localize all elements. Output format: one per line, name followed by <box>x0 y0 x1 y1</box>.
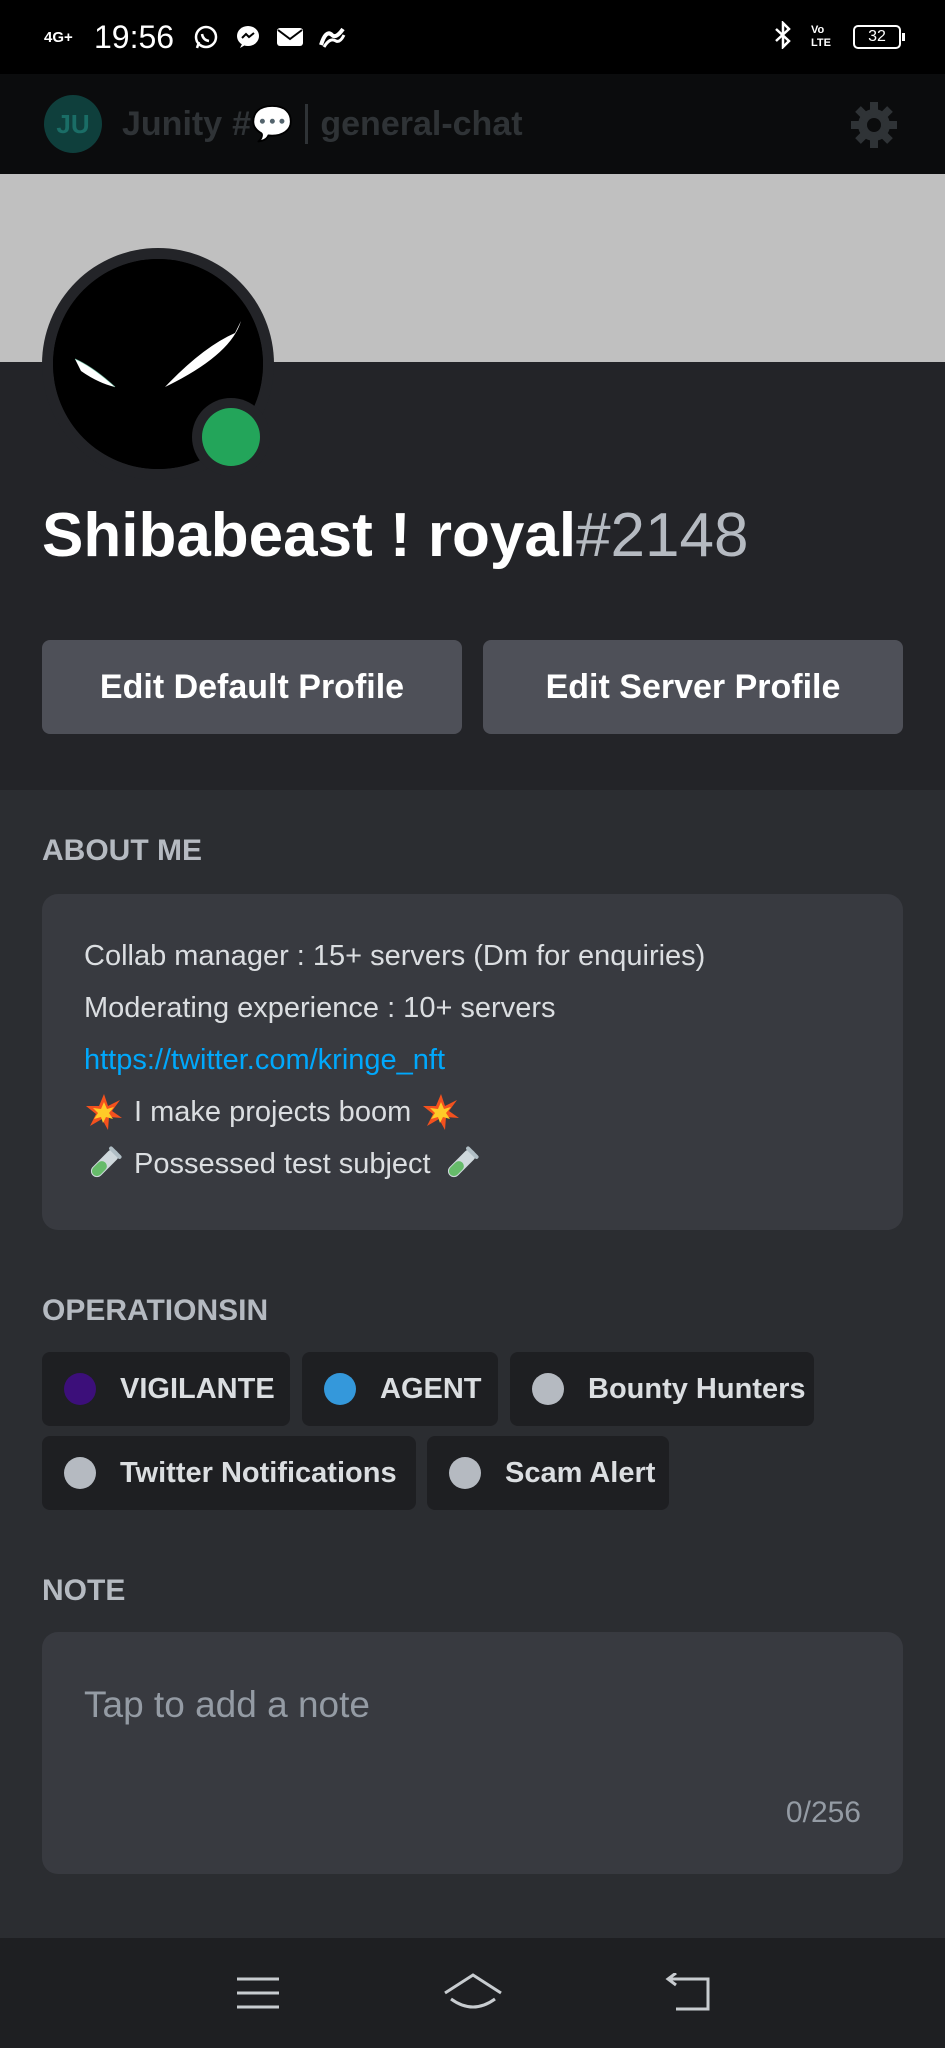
role-chip[interactable]: VIGILANTE <box>42 1352 290 1426</box>
server-name: Junity <box>122 104 223 143</box>
test-tube-emoji-icon <box>84 1144 124 1184</box>
role-color-dot <box>449 1457 481 1489</box>
role-label: AGENT <box>380 1372 482 1405</box>
server-avatar: JU <box>44 95 102 153</box>
app-icon <box>318 23 346 51</box>
role-chip[interactable]: AGENT <box>302 1352 498 1426</box>
menu-icon[interactable] <box>223 1963 293 2023</box>
network-indicator: 4G+ <box>44 28 73 46</box>
system-nav-bar <box>0 1938 945 2048</box>
home-icon[interactable] <box>438 1963 508 2023</box>
divider <box>305 104 309 144</box>
about-line-boom: I make projects boom <box>84 1086 861 1138</box>
role-color-dot <box>324 1373 356 1405</box>
role-color-dot <box>64 1457 96 1489</box>
role-label: Scam Alert <box>505 1456 656 1489</box>
status-right: Vo LTE 32 <box>773 19 905 54</box>
note-character-count: 0/256 <box>785 1796 861 1829</box>
role-chip[interactable]: Twitter Notifications <box>42 1436 416 1510</box>
about-me-card: Collab manager : 15+ servers (Dm for enq… <box>42 894 903 1230</box>
role-chip[interactable]: Bounty Hunters <box>510 1352 814 1426</box>
about-line: Moderating experience : 10+ servers <box>84 991 556 1024</box>
collision-emoji-icon <box>84 1092 124 1132</box>
clock: 19:56 <box>94 18 175 55</box>
test-tube-emoji-icon <box>441 1144 481 1184</box>
mail-icon <box>276 23 304 51</box>
about-me-heading: ABOUT ME <box>42 834 202 867</box>
back-icon[interactable] <box>653 1963 723 2023</box>
about-line-text: I make projects boom <box>134 1095 412 1128</box>
online-status-icon <box>192 398 270 476</box>
channel-name: general-chat <box>320 104 523 143</box>
display-name: Shibabeast ! royal <box>42 501 577 570</box>
profile-screen: 4G+ 19:56 Vo LTE 32 JU Junity #💬 general… <box>0 0 945 2048</box>
channel-prefix: #💬 <box>232 105 294 143</box>
note-heading: NOTE <box>42 1574 126 1607</box>
note-input[interactable]: Tap to add a note 0/256 <box>42 1632 903 1874</box>
roles-heading: OPERATIONSIN <box>42 1294 269 1327</box>
about-line-text: Possessed test subject <box>134 1147 431 1180</box>
svg-text:Vo: Vo <box>811 24 825 36</box>
about-line: Collab manager : 15+ servers (Dm for enq… <box>84 939 706 972</box>
note-placeholder: Tap to add a note <box>84 1684 370 1725</box>
bluetooth-icon <box>773 19 793 54</box>
edit-server-profile-button[interactable]: Edit Server Profile <box>483 640 903 734</box>
collision-emoji-icon <box>421 1092 461 1132</box>
battery-icon: 32 <box>853 25 905 49</box>
whatsapp-icon <box>192 23 220 51</box>
status-bar: 4G+ 19:56 Vo LTE 32 <box>0 0 945 74</box>
profile-username: Shibabeast ! royal#2148 <box>42 500 748 571</box>
role-chip[interactable]: Scam Alert <box>427 1436 669 1510</box>
gear-icon <box>847 98 901 152</box>
twitter-link[interactable]: https://twitter.com/kringe_nft <box>84 1034 861 1086</box>
messenger-icon <box>234 23 262 51</box>
role-label: Twitter Notifications <box>120 1456 397 1489</box>
discriminator: #2148 <box>576 501 749 570</box>
role-label: Bounty Hunters <box>588 1372 806 1405</box>
channel-header: JU Junity #💬 general-chat <box>0 74 945 174</box>
role-color-dot <box>532 1373 564 1405</box>
role-color-dot <box>64 1373 96 1405</box>
edit-default-profile-button[interactable]: Edit Default Profile <box>42 640 462 734</box>
about-line-subject: Possessed test subject <box>84 1138 861 1190</box>
volte-icon: Vo LTE <box>809 21 837 54</box>
role-label: VIGILANTE <box>120 1372 275 1405</box>
svg-text:LTE: LTE <box>811 37 831 49</box>
